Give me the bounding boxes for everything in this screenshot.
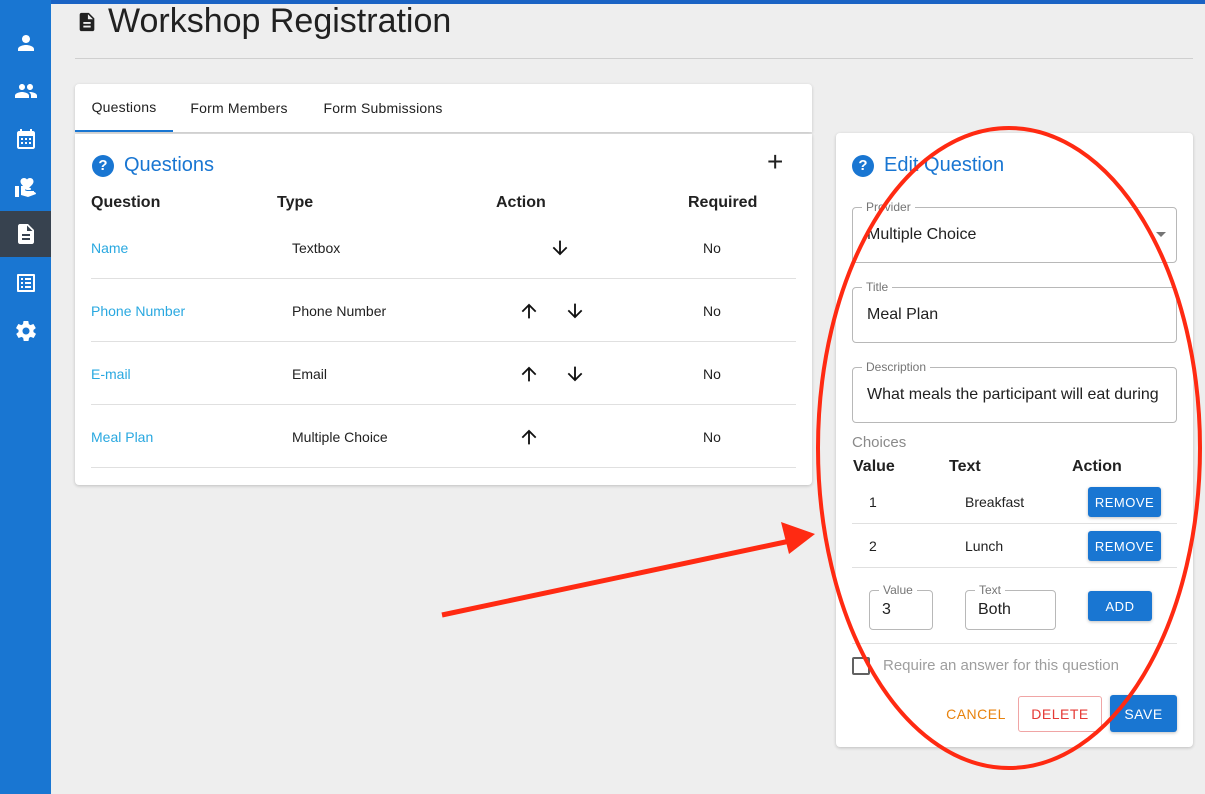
caret-down-icon <box>1156 232 1166 237</box>
help-circle-icon: ? <box>92 154 114 177</box>
cancel-button[interactable]: CANCEL <box>938 696 1014 732</box>
column-header-action: Action <box>496 194 546 211</box>
help-circle-icon: ? <box>852 154 874 177</box>
annotation-arrow-line <box>441 538 791 618</box>
save-button[interactable]: SAVE <box>1110 695 1177 732</box>
question-type: Email <box>292 365 328 382</box>
move-up-button[interactable] <box>518 279 540 342</box>
choice-value: 2 <box>869 538 877 554</box>
page-title: Workshop Registration <box>76 2 451 41</box>
divider <box>852 643 1177 644</box>
person-icon <box>17 35 34 51</box>
volunteer-icon <box>14 178 36 197</box>
sidebar-item-submissions[interactable] <box>0 260 51 306</box>
column-header-type: Type <box>277 194 314 211</box>
column-header-question: Question <box>91 194 161 211</box>
choice-header-text: Text <box>949 458 981 475</box>
required-value: No <box>703 365 721 382</box>
question-type: Multiple Choice <box>292 428 388 445</box>
description-field[interactable]: Description What meals the participant w… <box>852 360 1177 423</box>
move-up-button[interactable] <box>518 405 540 468</box>
table-row: Name Textbox No <box>91 216 796 279</box>
choice-row: 2 Lunch REMOVE <box>852 524 1177 568</box>
edit-question-card: ? Edit Question Provider Multiple Choice… <box>836 133 1193 747</box>
required-value: No <box>703 302 721 319</box>
sidebar-item-forms[interactable] <box>0 211 51 257</box>
annotation-arrow-head <box>781 522 815 554</box>
choice-row: 1 Breakfast REMOVE <box>852 480 1177 524</box>
question-name-link[interactable]: Name <box>91 216 128 279</box>
question-name-link[interactable]: Meal Plan <box>91 405 153 468</box>
arrow-up-icon <box>521 303 537 318</box>
move-down-button[interactable] <box>549 216 571 279</box>
add-choice-button[interactable]: ADD <box>1088 591 1152 621</box>
remove-choice-button[interactable]: REMOVE <box>1088 487 1161 517</box>
sidebar <box>0 0 51 794</box>
move-down-button[interactable] <box>564 279 586 342</box>
questions-card-header: ? Questions <box>92 154 214 177</box>
document-icon <box>17 224 34 244</box>
choice-text: Lunch <box>965 538 1004 554</box>
delete-button[interactable]: DELETE <box>1018 696 1102 732</box>
arrow-up-icon <box>521 366 537 381</box>
table-row: E-mail Email No <box>91 342 796 405</box>
new-choice-text-field[interactable]: Text Both <box>965 583 1056 630</box>
add-question-button[interactable]: + <box>767 148 783 176</box>
question-type: Phone Number <box>292 302 387 319</box>
arrow-down-icon <box>567 366 583 381</box>
new-choice-value-field[interactable]: Value 3 <box>869 583 933 630</box>
arrow-down-icon <box>567 303 583 318</box>
required-value: No <box>703 239 721 256</box>
page-title-text: Workshop Registration <box>108 2 452 40</box>
choice-value: 1 <box>869 494 877 510</box>
choice-header-action: Action <box>1072 458 1122 475</box>
column-header-required: Required <box>688 194 758 211</box>
table-row: Meal Plan Multiple Choice No <box>91 405 796 468</box>
calendar-icon <box>16 129 35 149</box>
provider-value: Multiple Choice <box>867 226 977 243</box>
tab-bar: Questions Form Members Form Submissions <box>75 84 812 132</box>
sidebar-item-profile[interactable] <box>0 20 51 66</box>
tab-form-members[interactable]: Form Members <box>175 84 303 132</box>
question-name-link[interactable]: Phone Number <box>91 279 185 342</box>
choice-text: Breakfast <box>965 494 1025 510</box>
arrow-up-icon <box>521 429 537 444</box>
move-down-button[interactable] <box>564 342 586 405</box>
title-value: Meal Plan <box>867 306 939 323</box>
require-answer-checkbox[interactable] <box>852 657 870 675</box>
move-up-button[interactable] <box>518 342 540 405</box>
sidebar-item-settings[interactable] <box>0 308 51 354</box>
title-field[interactable]: Title Meal Plan <box>852 280 1177 343</box>
new-choice-text: Both <box>978 601 1011 618</box>
questions-card-title: Questions <box>124 154 215 176</box>
question-name-link[interactable]: E-mail <box>91 342 131 405</box>
new-choice-value: 3 <box>882 601 891 618</box>
questions-card: ? Questions + Question Type Action Requi… <box>75 134 812 485</box>
tab-form-submissions[interactable]: Form Submissions <box>305 84 461 132</box>
gear-icon <box>15 321 36 341</box>
provider-select[interactable]: Provider Multiple Choice <box>852 200 1177 263</box>
require-answer-label: Require an answer for this question <box>883 657 1119 674</box>
edit-question-title: Edit Question <box>884 154 1005 176</box>
tab-questions[interactable]: Questions <box>75 84 173 132</box>
list-alt-icon <box>16 274 35 292</box>
remove-choice-button[interactable]: REMOVE <box>1088 531 1161 561</box>
choice-header-value: Value <box>853 458 895 475</box>
question-type: Textbox <box>292 239 341 256</box>
document-icon <box>79 12 95 31</box>
sidebar-item-volunteer[interactable] <box>0 164 51 210</box>
edit-question-header: ? Edit Question <box>852 154 1004 177</box>
sidebar-item-calendar[interactable] <box>0 116 51 162</box>
people-icon <box>14 84 37 98</box>
arrow-down-icon <box>552 240 568 255</box>
required-value: No <box>703 428 721 445</box>
choices-label: Choices <box>852 434 907 451</box>
title-divider <box>75 58 1193 59</box>
sidebar-item-people[interactable] <box>0 68 51 114</box>
description-value: What meals the participant will eat duri… <box>867 386 1159 403</box>
table-row: Phone Number Phone Number No <box>91 279 796 342</box>
